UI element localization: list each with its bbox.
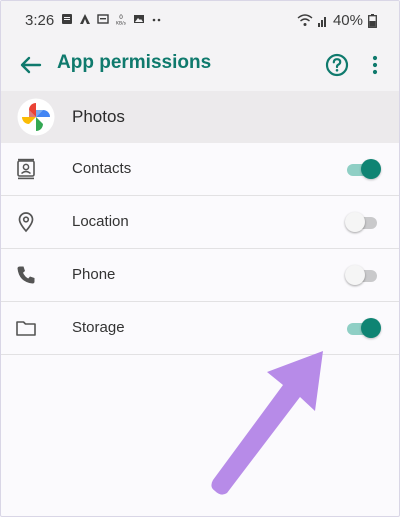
- screen: 3:26 0 KB/s 40% App permissions Photos C…: [0, 0, 400, 517]
- svg-text:0: 0: [119, 14, 123, 21]
- permission-row-contacts[interactable]: Contacts: [1, 143, 399, 196]
- permission-row-phone[interactable]: Phone: [1, 249, 399, 302]
- more-notifications-icon: [152, 18, 161, 22]
- permission-label: Storage: [72, 319, 125, 336]
- status-time: 3:26: [25, 12, 55, 29]
- app-name: Photos: [72, 107, 125, 126]
- data-speed-icon: 0KB/s: [116, 14, 127, 26]
- storage-toggle[interactable]: [345, 318, 381, 338]
- app-header: Photos: [1, 91, 399, 143]
- signal-icon: [317, 17, 326, 27]
- help-icon[interactable]: [323, 51, 351, 79]
- app-bar: App permissions: [1, 39, 399, 91]
- wifi-icon: [297, 14, 313, 26]
- phone-icon: [17, 266, 35, 284]
- permission-list: Contacts Location Phone Storage: [1, 143, 399, 355]
- permission-row-location[interactable]: Location: [1, 196, 399, 249]
- contacts-icon: [17, 158, 35, 180]
- location-toggle[interactable]: [345, 212, 381, 232]
- notification-icon: [62, 14, 72, 24]
- cast-icon: [97, 14, 109, 24]
- svg-text:KB/s: KB/s: [116, 21, 127, 26]
- status-bar: 3:26 0 KB/s 40%: [1, 1, 399, 39]
- permission-label: Location: [72, 213, 129, 230]
- page-title: App permissions: [57, 52, 212, 73]
- battery-icon: [368, 13, 377, 28]
- arrow-back-icon[interactable]: [17, 51, 45, 79]
- annotation-arrow: [211, 351, 323, 495]
- location-icon: [18, 212, 34, 233]
- more-vert-icon[interactable]: [363, 51, 387, 79]
- folder-icon: [16, 321, 36, 336]
- phone-toggle[interactable]: [345, 265, 381, 285]
- status-right: 40%: [297, 12, 377, 29]
- battery-percent: 40%: [332, 12, 363, 29]
- contacts-toggle[interactable]: [345, 159, 381, 179]
- permission-label: Contacts: [72, 160, 132, 177]
- image-icon: [134, 15, 144, 23]
- notification-icons: 0 KB/s: [61, 13, 163, 25]
- app-icon: [80, 14, 90, 24]
- google-photos-icon: [17, 98, 55, 136]
- permission-label: Phone: [72, 266, 116, 283]
